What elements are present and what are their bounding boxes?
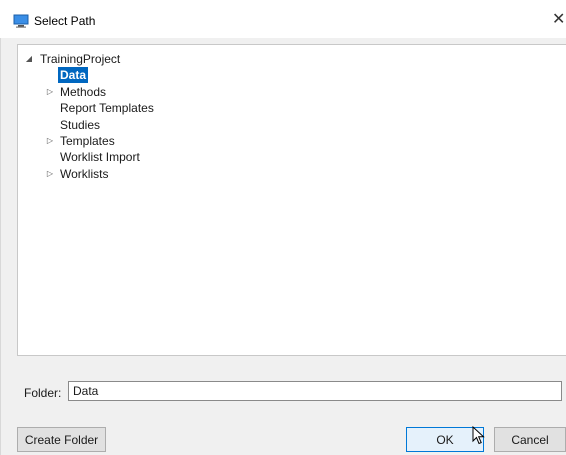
close-icon[interactable]: ✕ <box>552 10 566 30</box>
window-title: Select Path <box>34 14 96 28</box>
tree-node-label: TrainingProject <box>40 52 121 66</box>
tree-node-label: Report Templates <box>60 101 154 115</box>
collapsed-triangle-icon[interactable]: ▷ <box>45 84 55 100</box>
computer-monitor-icon <box>13 14 29 28</box>
tree-node-label: Templates <box>60 134 115 148</box>
title-bar: Select Path ✕ <box>0 0 566 38</box>
tree-node-label: Methods <box>60 85 107 99</box>
folder-label: Folder: <box>24 386 62 400</box>
folder-input[interactable] <box>68 381 562 401</box>
collapsed-triangle-icon[interactable]: ▷ <box>45 133 55 149</box>
expanded-triangle-icon[interactable]: ◢ <box>24 51 34 67</box>
cancel-button[interactable]: Cancel <box>494 427 566 452</box>
tree-node-label: Worklists <box>60 167 109 181</box>
select-path-dialog: Select Path ✕ ◢ TrainingProject Data ▷ M… <box>0 0 566 455</box>
collapsed-triangle-icon[interactable]: ▷ <box>45 166 55 182</box>
folder-tree[interactable]: ◢ TrainingProject Data ▷ Methods Report … <box>17 44 566 356</box>
tree-node-label: Studies <box>60 118 101 132</box>
mouse-pointer-icon <box>472 426 485 445</box>
tree-node-label: Data <box>58 67 89 83</box>
tree-node-label: Worklist Import <box>60 150 140 164</box>
create-folder-button[interactable]: Create Folder <box>17 427 106 452</box>
dialog-border <box>0 38 1 455</box>
